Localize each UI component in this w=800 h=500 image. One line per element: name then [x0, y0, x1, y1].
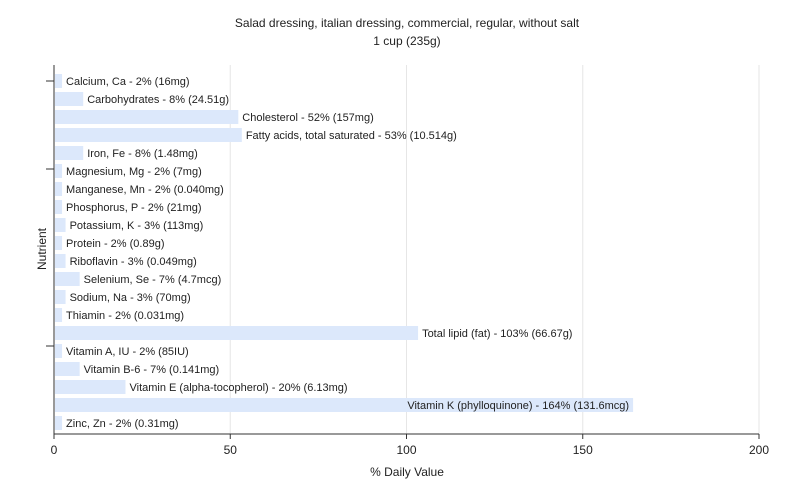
- bar: [55, 272, 80, 286]
- bar: [55, 380, 126, 394]
- bar-label: Selenium, Se - 7% (4.7mcg): [84, 274, 222, 286]
- bar-label: Phosphorus, P - 2% (21mg): [66, 202, 202, 214]
- bar-label: Zinc, Zn - 2% (0.31mg): [66, 418, 178, 430]
- chart-container: Salad dressing, italian dressing, commer…: [0, 0, 800, 500]
- bar: [55, 164, 63, 178]
- bar-label: Magnesium, Mg - 2% (7mg): [66, 166, 202, 178]
- y-axis-label: Nutrient: [35, 227, 49, 270]
- x-tick-label: 50: [224, 443, 238, 457]
- bar-label: Vitamin A, IU - 2% (85IU): [66, 346, 189, 358]
- bar: [55, 326, 419, 340]
- bar-label: Fatty acids, total saturated - 53% (10.5…: [246, 130, 457, 142]
- bars: Calcium, Ca - 2% (16mg) Carbohydrates - 8…: [55, 74, 634, 430]
- bar-label: Cholesterol - 52% (157mg): [242, 112, 373, 124]
- bar-label: Total lipid (fat) - 103% (66.67g): [422, 328, 572, 340]
- bar: [55, 362, 80, 376]
- x-tick-label: 100: [396, 443, 416, 457]
- bar-label: Thiamin - 2% (0.031mg): [66, 310, 184, 322]
- bar-label: Vitamin E (alpha-tocopherol) - 20% (6.13…: [130, 382, 348, 394]
- x-tick-label: 0: [51, 443, 58, 457]
- bar-label: Potassium, K - 3% (113mg): [70, 220, 204, 232]
- bar: [55, 254, 66, 268]
- bar-label: Carbohydrates - 8% (24.51g): [87, 94, 229, 106]
- bar: [55, 308, 63, 322]
- chart-title: Salad dressing, italian dressing, commer…: [235, 16, 580, 30]
- bar-label: Riboflavin - 3% (0.049mg): [70, 256, 197, 268]
- bar: [55, 92, 84, 106]
- bar: [55, 74, 63, 88]
- bar: [55, 128, 242, 142]
- bar-label: Vitamin K (phylloquinone) - 164% (131.6m…: [407, 400, 629, 412]
- bar: [55, 344, 63, 358]
- bar: [55, 110, 239, 124]
- bar-label: Manganese, Mn - 2% (0.040mg): [66, 184, 224, 196]
- bar: [55, 218, 66, 232]
- bar: [55, 236, 63, 250]
- bar: [55, 416, 63, 430]
- bar-label: Calcium, Ca - 2% (16mg): [66, 76, 189, 88]
- bar-label: Iron, Fe - 8% (1.48mg): [87, 148, 198, 160]
- x-tick-label: 200: [749, 443, 769, 457]
- bar: [55, 200, 63, 214]
- bar-label: Vitamin B-6 - 7% (0.141mg): [84, 364, 220, 376]
- x-axis-label: % Daily Value: [370, 465, 444, 479]
- x-tick-label: 150: [573, 443, 593, 457]
- bar: [55, 182, 63, 196]
- chart-subtitle: 1 cup (235g): [373, 34, 440, 48]
- bar-chart: Salad dressing, italian dressing, commer…: [35, 16, 769, 479]
- bar: [55, 290, 66, 304]
- bar-label: Protein - 2% (0.89g): [66, 238, 164, 250]
- bar: [55, 146, 84, 160]
- bar-label: Sodium, Na - 3% (70mg): [70, 292, 191, 304]
